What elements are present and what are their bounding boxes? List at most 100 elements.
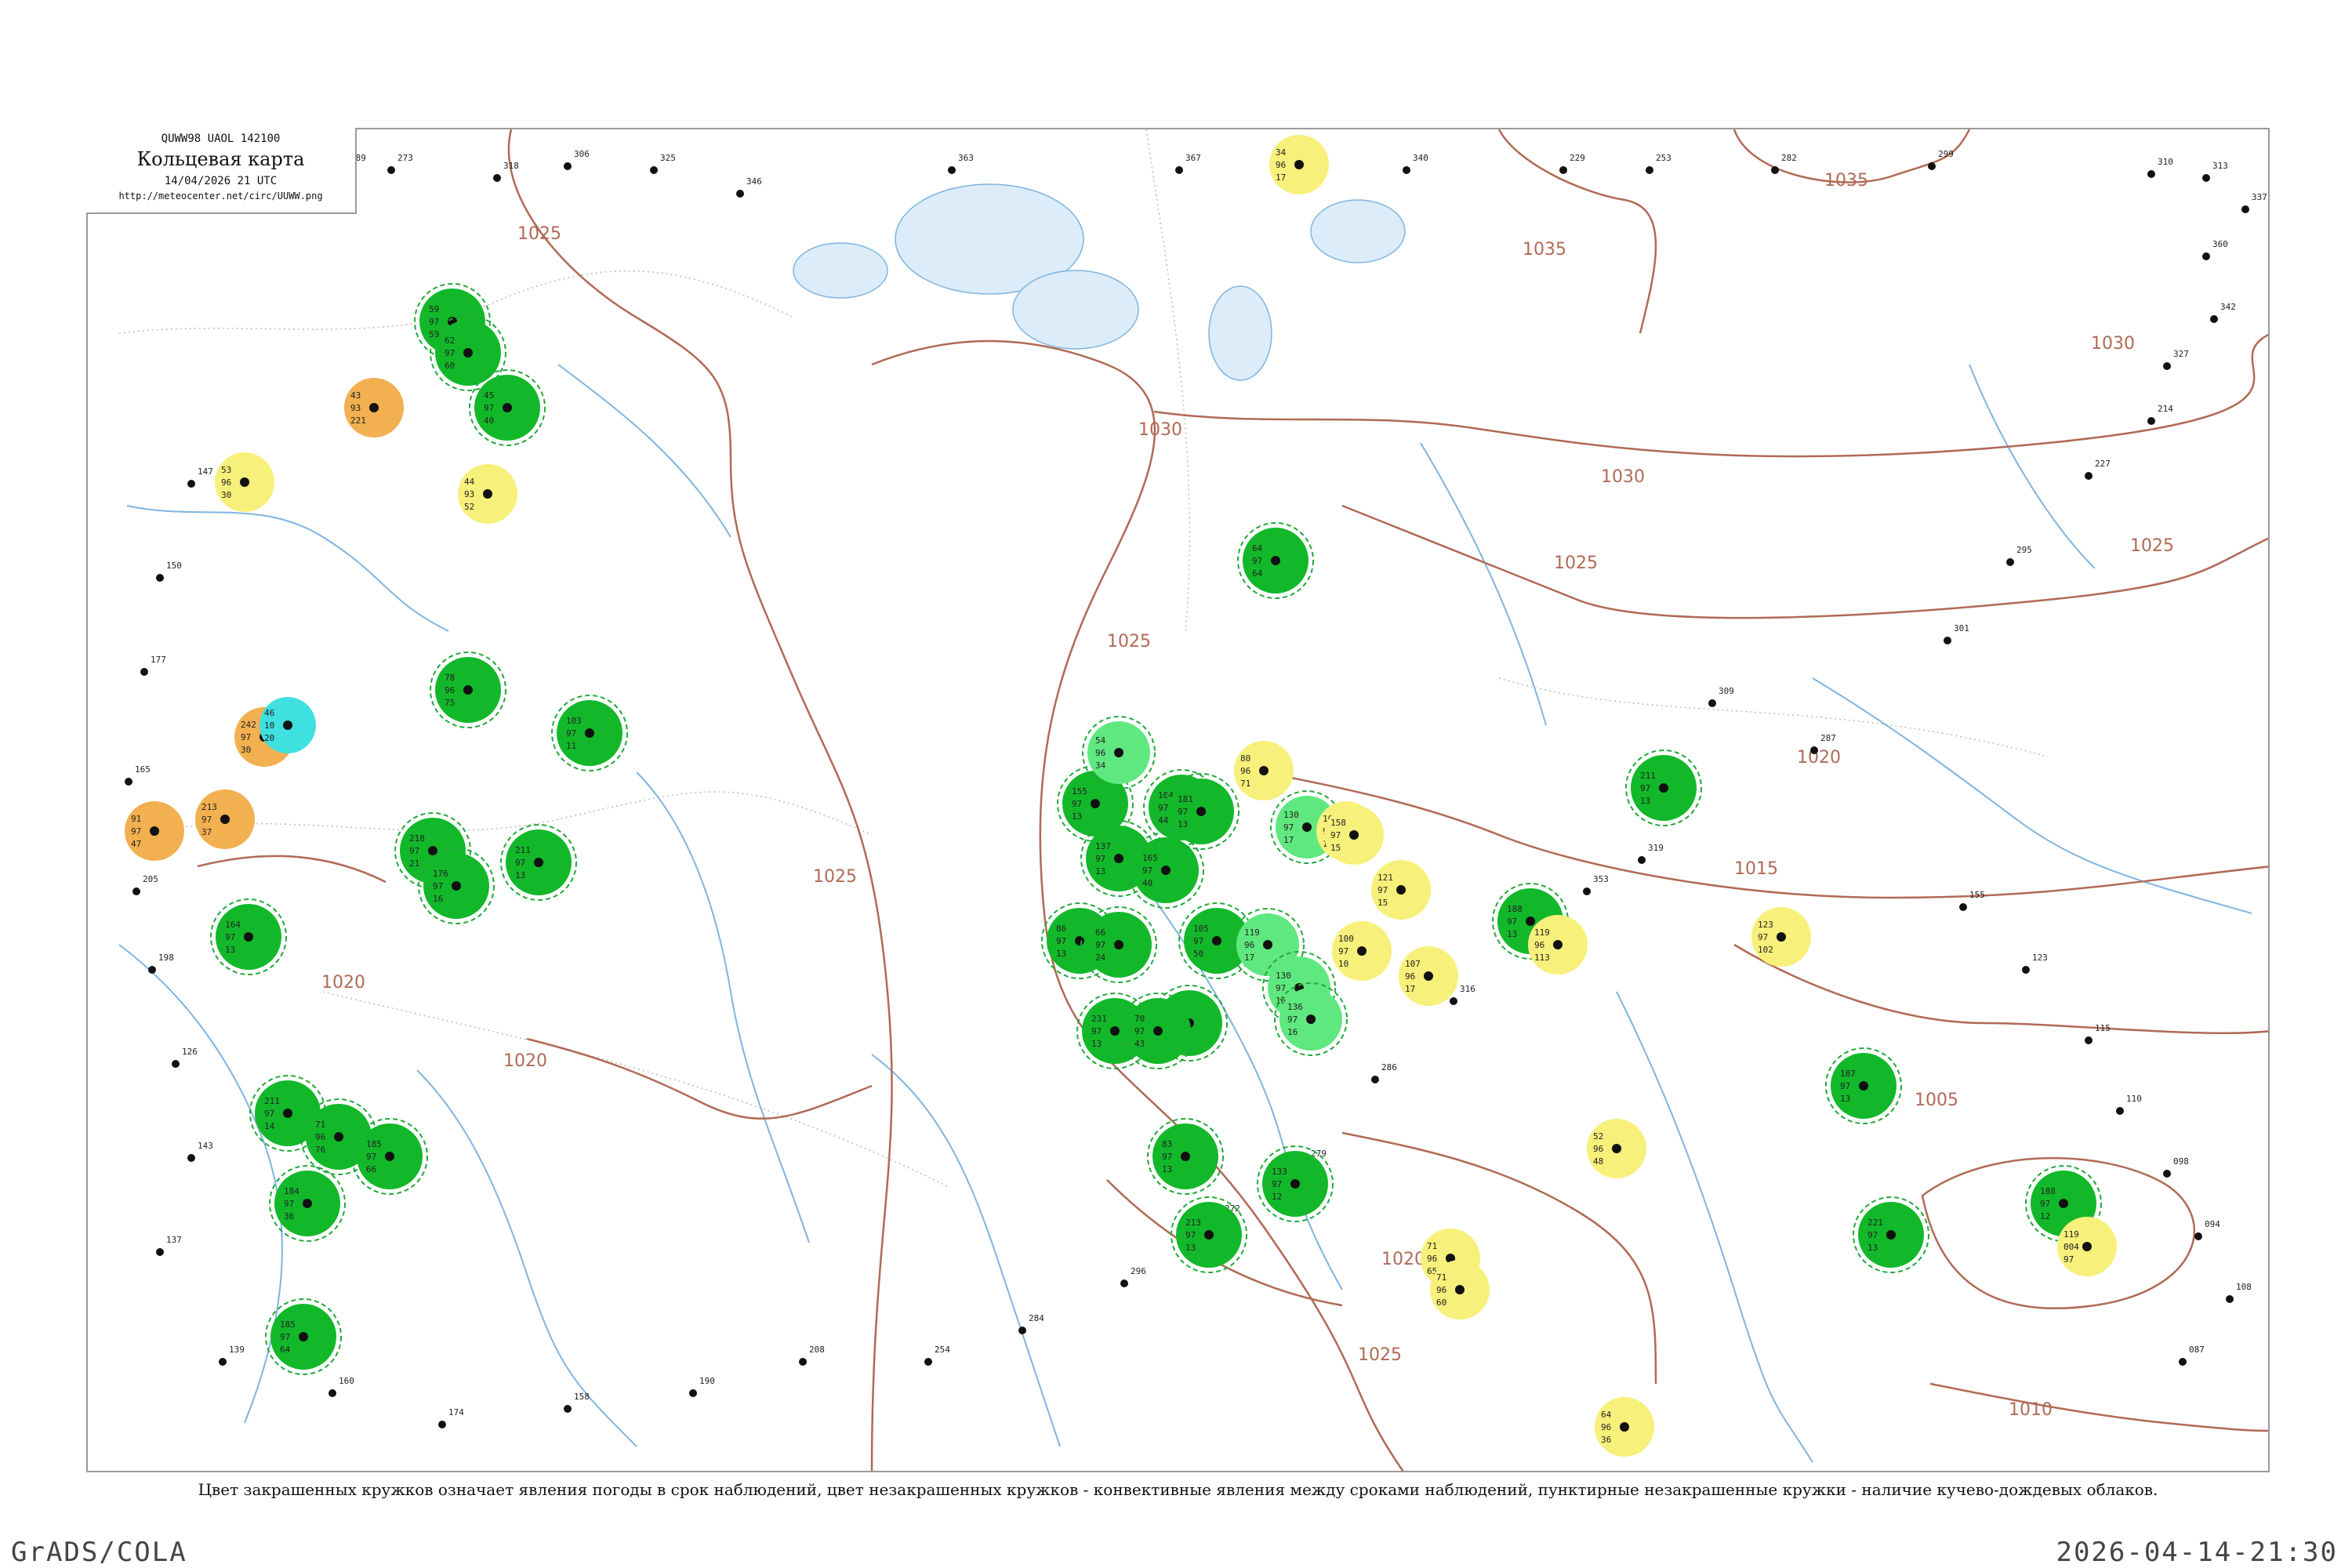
station-value: 119 xyxy=(1244,927,1260,938)
station-precip: 187 97 13 xyxy=(1825,1047,1902,1124)
isobar-label: 1025 xyxy=(1554,554,1598,573)
station-dot xyxy=(1944,637,1951,644)
station-pressure-label: 143 xyxy=(198,1141,213,1151)
isobar-label: 1025 xyxy=(813,867,857,887)
station-dot xyxy=(1114,854,1123,863)
station-dot xyxy=(1777,932,1786,942)
station-value: 113 xyxy=(1534,953,1550,963)
station-value: 119 xyxy=(1534,927,1550,938)
station-dot xyxy=(1886,1230,1896,1240)
station-value: 97 xyxy=(284,1199,294,1209)
station-dot xyxy=(1306,1014,1316,1024)
station-value: 221 xyxy=(1867,1218,1883,1228)
station-value: 15 xyxy=(1330,843,1341,853)
station-pressure-label: 190 xyxy=(699,1376,715,1386)
station-dot xyxy=(2163,1170,2171,1178)
station-value: 185 xyxy=(366,1139,382,1149)
station-drizzle: 34 96 17 xyxy=(1269,135,1329,194)
station-value: 211 xyxy=(1640,771,1656,781)
lake xyxy=(1012,270,1139,350)
station-value: 97 xyxy=(429,317,439,327)
station-dot xyxy=(2116,1107,2124,1115)
station-value: 97 xyxy=(1338,946,1348,956)
station-dot xyxy=(1959,903,1967,911)
station-value: 40 xyxy=(1142,878,1152,888)
station-value: 96 xyxy=(1276,160,1286,170)
station-value: 10 xyxy=(264,720,274,731)
station-value: 71 xyxy=(1240,779,1250,789)
station-dot xyxy=(1928,162,1936,170)
station-pressure-label: 137 xyxy=(166,1235,182,1245)
station-drizzle: 158 97 15 xyxy=(1324,805,1384,865)
isobar-line xyxy=(507,129,893,1471)
station-value: 102 xyxy=(1758,945,1773,955)
station-dot xyxy=(1302,822,1312,832)
station-value: 11 xyxy=(566,741,576,751)
station-dot xyxy=(244,932,253,942)
station-drizzle: 123 97 102 xyxy=(1751,907,1811,967)
station-precip: 133 97 12 xyxy=(1257,1145,1334,1222)
station-pressure-label: 286 xyxy=(1381,1062,1397,1073)
station-haze: 43 93 221 xyxy=(344,378,404,437)
station-dot xyxy=(1553,940,1563,949)
station-value: 10 xyxy=(1338,959,1348,969)
station-value: 97 xyxy=(225,932,235,942)
station-dot xyxy=(2085,1036,2092,1044)
station-value: 184 xyxy=(284,1186,299,1196)
station-pressure-label: 227 xyxy=(2095,459,2111,469)
station-pressure-label: 253 xyxy=(1656,153,1671,163)
station-dot xyxy=(2022,966,2030,974)
station-dot xyxy=(1181,1152,1190,1161)
map-date: 14/04/2026 21 UTC xyxy=(164,175,278,187)
station-value: 13 xyxy=(1185,1243,1196,1253)
station-dot xyxy=(132,887,140,895)
station-value: 13 xyxy=(1507,929,1517,939)
station-value: 213 xyxy=(1185,1218,1201,1228)
station-value: 97 xyxy=(2063,1254,2074,1265)
station-value: 158 xyxy=(1330,818,1346,828)
station-dot xyxy=(1396,885,1406,895)
isobar-label: 1005 xyxy=(1915,1091,1958,1110)
station-pressure-label: 087 xyxy=(2189,1345,2205,1355)
station-dot xyxy=(1290,1179,1300,1189)
legend-caption: Цвет закрашенных кружков означает явлени… xyxy=(198,1480,2158,1499)
station-dot xyxy=(2179,1358,2187,1366)
station-value: 181 xyxy=(1178,794,1193,804)
border-line xyxy=(1145,129,1191,632)
station-drizzle: 53 96 30 xyxy=(215,452,274,512)
station-value: 130 xyxy=(1283,810,1299,820)
station-value: 13 xyxy=(1095,866,1105,877)
station-value: 97 xyxy=(1095,940,1105,950)
station-value: 13 xyxy=(1640,796,1650,806)
station-dot xyxy=(799,1358,807,1366)
isobar-label: 1025 xyxy=(2130,536,2174,556)
river xyxy=(118,944,283,1424)
station-dot xyxy=(1371,1076,1379,1083)
station-precip: 184 97 36 xyxy=(269,1165,346,1242)
isobar-label: 1030 xyxy=(1601,467,1645,487)
lake xyxy=(1310,199,1406,263)
title-code: QUWW98 UAOL 142100 xyxy=(161,132,281,145)
river xyxy=(1420,442,1547,726)
station-pressure-label: 327 xyxy=(2173,349,2189,359)
station-dot xyxy=(334,1132,343,1142)
isobar-label: 1025 xyxy=(517,224,561,244)
isobar-label: 1035 xyxy=(1523,240,1566,260)
station-value: 242 xyxy=(241,720,256,730)
station-dot xyxy=(1810,746,1818,754)
station-dot xyxy=(2147,170,2155,178)
station-pressure-label: 316 xyxy=(1460,984,1475,994)
station-value: 71 xyxy=(1436,1272,1446,1283)
station-pressure-label: 205 xyxy=(143,874,158,884)
station-dot xyxy=(1161,866,1171,875)
station-value: 66 xyxy=(1095,927,1105,938)
station-value: 78 xyxy=(445,673,455,683)
station-dot xyxy=(172,1060,180,1068)
station-value: 12 xyxy=(1272,1192,1282,1202)
station-pressure-label: 363 xyxy=(958,153,974,163)
station-dot xyxy=(1646,166,1653,174)
station-value: 17 xyxy=(1244,953,1254,963)
station-value: 59 xyxy=(429,304,439,314)
station-pressure-label: 306 xyxy=(574,149,590,159)
station-dot xyxy=(1204,1230,1214,1240)
